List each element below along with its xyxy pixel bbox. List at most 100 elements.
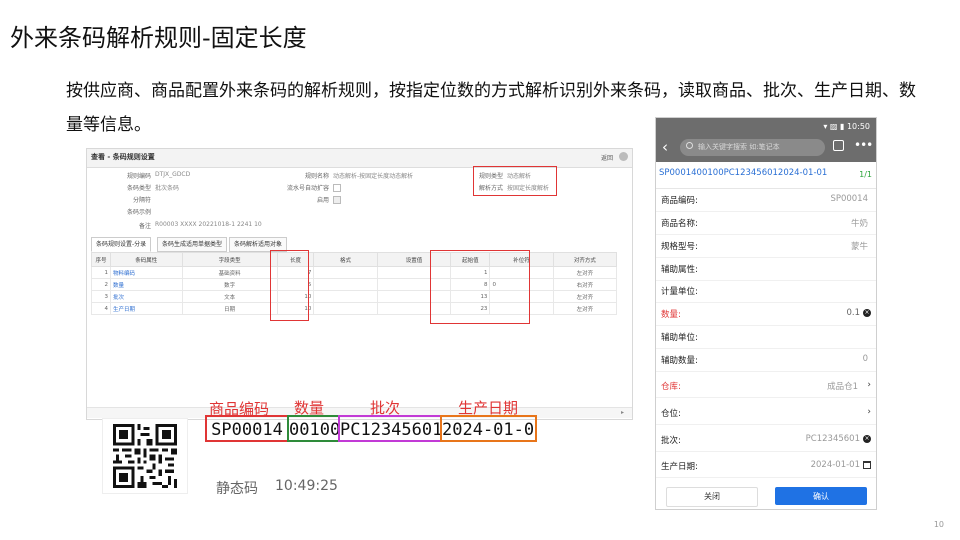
row-no: 1	[91, 266, 111, 279]
field-label: 商品编码:	[661, 196, 698, 206]
field-warehouse[interactable]: 仓库: 成品仓1 ›	[656, 375, 876, 398]
row-format	[313, 302, 378, 315]
row-type: 日期	[181, 302, 278, 315]
rule-code-label: 规则编码	[126, 173, 151, 180]
serial-expand-label: 流水号自动扩容	[286, 185, 329, 192]
col-header: 条码属性	[109, 252, 183, 267]
col-header: 对齐方式	[552, 252, 618, 267]
status-bar: ▾ ▨ ▮ 10:50	[823, 122, 870, 131]
row-align: 右对齐	[552, 278, 618, 291]
row-type: 数字	[181, 278, 278, 291]
rule-entry-grid: 序号 条码属性 字段类型 长度 格式 设置值 起始值 补位符 对齐方式 1 物料…	[91, 252, 618, 315]
field-value[interactable]: 0.1	[846, 308, 860, 318]
field-location[interactable]: 仓位: ›	[656, 402, 876, 425]
field-aux-attr: 辅助属性:	[656, 258, 876, 281]
length-column-highlight	[270, 250, 309, 321]
rule-type-highlight	[473, 166, 557, 196]
field-value[interactable]: 2024-01-01	[811, 460, 860, 470]
col-header: 字段类型	[181, 252, 278, 267]
table-row[interactable]: 4 生产日期 日期 10 23 左对齐	[91, 302, 618, 315]
scanned-code: SP0001400100PC123456012024-01-01	[659, 168, 828, 178]
erp-window-title: 查看 - 条码规则设置	[91, 153, 155, 161]
field-aux-qty: 辅助数量: 0	[656, 349, 876, 372]
search-input[interactable]: 输入关键字搜索 如:笔记本	[680, 139, 825, 156]
tab-bill-types[interactable]: 条码生成适用单据类型	[157, 237, 228, 252]
field-label: 批次:	[661, 436, 681, 446]
field-label: 仓库:	[661, 382, 681, 392]
field-product-code: 商品编码: SP00014	[656, 189, 876, 212]
slide-title: 外来条码解析规则-固定长度	[10, 24, 307, 52]
col-header: 序号	[91, 252, 111, 267]
clear-icon[interactable]: ×	[863, 435, 871, 443]
more-icon[interactable]: •••	[854, 138, 873, 152]
scroll-right-icon[interactable]: ▸	[621, 409, 624, 416]
barcode-type-label: 条码类型	[126, 185, 151, 192]
enabled-checkbox[interactable]	[333, 196, 341, 204]
field-label: 辅助数量:	[661, 356, 698, 366]
row-attr[interactable]: 批次	[109, 290, 183, 303]
page-number: 10	[933, 520, 944, 529]
row-type: 基础资料	[181, 266, 278, 279]
back-button[interactable]: 返回	[601, 153, 613, 162]
confirm-button[interactable]: 确认	[775, 487, 867, 505]
field-production-date[interactable]: 生产日期: 2024-01-01	[656, 455, 876, 478]
rule-name-value: 动态解析-按固定长度动态解析	[333, 173, 414, 180]
segment-production-date: 2024-01-01	[440, 415, 537, 442]
remark-label: 备注	[138, 223, 151, 230]
row-no: 3	[91, 290, 111, 303]
back-arrow-icon[interactable]: ‹	[662, 138, 668, 156]
col-header: 格式	[313, 252, 378, 267]
tab-rule-entries[interactable]: 条码规则设置-分录	[91, 237, 152, 252]
field-label: 辅助属性:	[661, 265, 698, 275]
scan-counter: 1/1	[859, 170, 872, 179]
row-format	[313, 290, 378, 303]
field-label: 辅助单位:	[661, 333, 698, 343]
field-batch[interactable]: 批次: PC12345601 ×	[656, 429, 876, 452]
clear-icon[interactable]: ×	[863, 309, 871, 317]
segment-quantity: 00100	[287, 415, 340, 442]
field-label: 计量单位:	[661, 287, 698, 297]
field-label: 生产日期:	[661, 462, 698, 472]
field-label: 数量:	[661, 310, 681, 320]
table-row[interactable]: 2 数量 数字 5 8 0 右对齐	[91, 278, 618, 291]
field-value: SP00014	[830, 194, 868, 204]
row-attr[interactable]: 数量	[109, 278, 183, 291]
mobile-scan-screen: ▾ ▨ ▮ 10:50 ‹ 输入关键字搜索 如:笔记本 ••• SP000140…	[655, 117, 877, 510]
start-pad-highlight	[430, 250, 530, 324]
enabled-label: 启用	[316, 197, 329, 204]
table-row[interactable]: 1 物料编码 基础资料 7 1 左对齐	[91, 266, 618, 279]
field-product-name: 商品名称: 牛奶	[656, 212, 876, 235]
rule-code-value: DTJX_GDCD	[155, 171, 191, 178]
close-button[interactable]: 关闭	[666, 487, 758, 507]
search-icon	[686, 142, 693, 149]
field-quantity[interactable]: 数量: 0.1 ×	[656, 303, 876, 326]
field-value: 牛奶	[850, 219, 868, 229]
serial-expand-checkbox[interactable]	[333, 184, 341, 192]
grid-header-row: 序号 条码属性 字段类型 长度 格式 设置值 起始值 补位符 对齐方式	[91, 252, 618, 267]
row-attr[interactable]: 生产日期	[109, 302, 183, 315]
chevron-right-icon[interactable]: ›	[867, 380, 871, 390]
qr-code-image	[113, 424, 177, 488]
refresh-icon[interactable]	[619, 152, 628, 161]
row-no: 2	[91, 278, 111, 291]
field-value[interactable]: PC12345601	[806, 434, 860, 444]
mobile-header: ▾ ▨ ▮ 10:50 ‹ 输入关键字搜索 如:笔记本 •••	[656, 118, 876, 162]
row-align: 左对齐	[552, 302, 618, 315]
scanned-code-row: SP0001400100PC123456012024-01-01 1/1	[656, 162, 876, 189]
rule-name-label: 规则名称	[304, 173, 329, 180]
table-row[interactable]: 3 批次 文本 10 13 左对齐	[91, 290, 618, 303]
chevron-right-icon[interactable]: ›	[867, 407, 871, 417]
calendar-icon[interactable]	[863, 461, 871, 469]
code-time: 10:49:25	[275, 478, 338, 494]
segment-product-code: SP00014	[205, 415, 289, 442]
field-label: 商品名称:	[661, 219, 698, 229]
remark-value: R00003 XXXX 20221018-1 2241 10	[155, 221, 262, 228]
field-label: 仓位:	[661, 409, 681, 419]
row-align: 左对齐	[552, 290, 618, 303]
row-attr[interactable]: 物料编码	[109, 266, 183, 279]
row-format	[313, 278, 378, 291]
qr-code	[102, 418, 188, 494]
scan-icon[interactable]	[833, 140, 844, 151]
status-time: 10:50	[846, 122, 870, 131]
field-value[interactable]: 成品仓1	[827, 380, 858, 392]
